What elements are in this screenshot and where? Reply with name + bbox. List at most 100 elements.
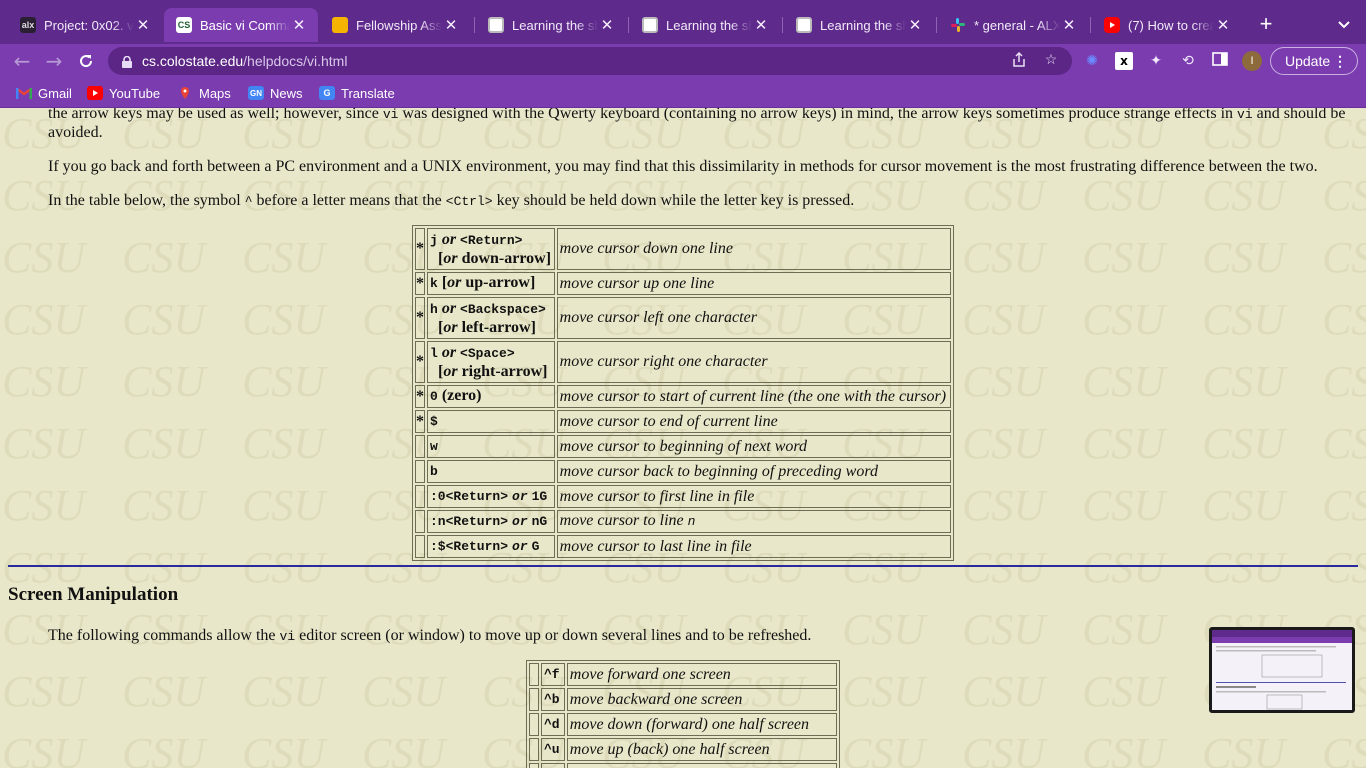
tab-title: (7) How to creat bbox=[1128, 17, 1214, 33]
url-text[interactable]: cs.colostate.edu/helpdocs/vi.html bbox=[142, 53, 347, 69]
slack-icon bbox=[950, 17, 966, 33]
star-marker bbox=[415, 485, 425, 508]
tab-youtube-video[interactable]: (7) How to creat ✕ bbox=[1092, 8, 1242, 42]
close-icon[interactable]: ✕ bbox=[752, 16, 770, 34]
close-icon[interactable]: ✕ bbox=[906, 16, 924, 34]
star-marker bbox=[415, 460, 425, 483]
description-cell: move cursor down one line bbox=[556, 228, 951, 270]
star-marker: * bbox=[415, 341, 425, 383]
section-heading: Screen Manipulation bbox=[8, 584, 179, 605]
description-cell: move down (forward) one half screen bbox=[566, 713, 837, 736]
tab-learning-shell-2[interactable]: Learning the sh ✕ bbox=[630, 8, 780, 42]
intro-paragraph: the arrow keys may be used as well; howe… bbox=[48, 108, 1346, 141]
close-icon[interactable]: ✕ bbox=[1060, 16, 1078, 34]
extension-spark-icon[interactable]: ✺ bbox=[1083, 52, 1101, 70]
bookmark-star-icon[interactable]: ☆ bbox=[1042, 52, 1060, 70]
command-cell bbox=[541, 763, 565, 768]
youtube-icon bbox=[87, 86, 103, 100]
close-icon[interactable]: ✕ bbox=[290, 16, 308, 34]
tab-fellowship[interactable]: Fellowship Asse ✕ bbox=[320, 8, 470, 42]
tab-title: Learning the sh bbox=[666, 17, 752, 33]
address-bar[interactable]: cs.colostate.edu/helpdocs/vi.html ☆ bbox=[108, 47, 1072, 75]
description-cell: move cursor back to beginning of precedi… bbox=[556, 460, 951, 483]
tab-learning-shell-3[interactable]: Learning the sh ✕ bbox=[784, 8, 934, 42]
forward-button[interactable]: → bbox=[42, 49, 66, 73]
description-cell: move forward one screen bbox=[566, 663, 837, 686]
close-icon[interactable]: ✕ bbox=[134, 16, 152, 34]
table-row: ^f move forward one screen bbox=[529, 663, 837, 686]
update-button[interactable]: Update ⋮ bbox=[1270, 47, 1358, 75]
description-cell: move cursor right one character bbox=[556, 341, 951, 383]
star-marker bbox=[415, 435, 425, 458]
close-icon[interactable]: ✕ bbox=[442, 16, 460, 34]
command-cell: k [or up-arrow] bbox=[427, 272, 555, 295]
table-row: * j or <Return> [or down-arrow] move curs… bbox=[415, 228, 951, 270]
translate-icon: G bbox=[319, 86, 335, 100]
close-icon[interactable]: ✕ bbox=[598, 16, 616, 34]
command-cell: l or <Space> [or right-arrow] bbox=[427, 341, 555, 383]
star-marker bbox=[529, 738, 539, 761]
command-cell: h or <Backspace> [or left-arrow] bbox=[427, 297, 555, 339]
table-row bbox=[529, 763, 837, 768]
tab-separator bbox=[782, 17, 783, 33]
extensions-puzzle-icon[interactable]: ✦ bbox=[1147, 52, 1165, 70]
tab-title: * general - ALX bbox=[974, 17, 1060, 33]
bookmark-maps[interactable]: Maps bbox=[177, 85, 231, 101]
update-label: Update bbox=[1285, 53, 1331, 69]
side-panel-icon[interactable] bbox=[1211, 52, 1229, 70]
more-menu-icon[interactable]: ⋮ bbox=[1333, 48, 1347, 74]
reload-button[interactable] bbox=[74, 49, 98, 73]
tab-title: Project: 0x02. vi bbox=[44, 17, 134, 33]
share-icon[interactable] bbox=[1010, 51, 1028, 70]
command-cell: :$<Return> or G bbox=[427, 535, 555, 558]
table-row: ^b move backward one screen bbox=[529, 688, 837, 711]
tab-title: Basic vi Comma bbox=[200, 17, 290, 33]
description-cell: move backward one screen bbox=[566, 688, 837, 711]
command-cell: 0 (zero) bbox=[427, 385, 555, 408]
tab-title: Learning the sh bbox=[512, 17, 598, 33]
tab-separator bbox=[628, 17, 629, 33]
bookmark-news[interactable]: GN News bbox=[248, 85, 303, 101]
description-cell: move cursor up one line bbox=[556, 272, 951, 295]
bookmark-gmail[interactable]: Gmail bbox=[16, 85, 72, 101]
new-tab-button[interactable]: + bbox=[1254, 12, 1278, 36]
tab-title: Learning the sh bbox=[820, 17, 906, 33]
star-marker: * bbox=[415, 297, 425, 339]
table-row: * $ move cursor to end of current line bbox=[415, 410, 951, 433]
colostate-icon: CS bbox=[176, 17, 192, 33]
back-button[interactable]: ← bbox=[10, 49, 34, 73]
tab-learning-shell-1[interactable]: Learning the sh ✕ bbox=[476, 8, 626, 42]
lock-icon[interactable] bbox=[122, 55, 132, 68]
description-cell: move cursor to beginning of next word bbox=[556, 435, 951, 458]
description-cell: move cursor to start of current line (th… bbox=[556, 385, 951, 408]
screenshot-thumbnail-preview[interactable] bbox=[1209, 627, 1355, 713]
extension-sync-icon[interactable]: ⟲ bbox=[1179, 52, 1197, 70]
command-cell: :n<Return> or nG bbox=[427, 510, 555, 533]
tab-search-chevron-icon[interactable] bbox=[1334, 14, 1354, 34]
bookmark-translate[interactable]: G Translate bbox=[319, 85, 395, 101]
close-icon[interactable]: ✕ bbox=[1214, 16, 1232, 34]
profile-avatar[interactable]: I bbox=[1242, 51, 1262, 71]
extension-x-icon[interactable]: x bbox=[1115, 52, 1133, 70]
page-viewport[interactable]: CSU the arrow keys may be used as well; … bbox=[0, 108, 1366, 768]
tab-title: Fellowship Asse bbox=[356, 17, 442, 33]
star-marker: * bbox=[415, 385, 425, 408]
slides-icon bbox=[332, 17, 348, 33]
table-row: * 0 (zero) move cursor to start of curre… bbox=[415, 385, 951, 408]
description-cell: move cursor left one character bbox=[556, 297, 951, 339]
doc-page-icon bbox=[642, 17, 658, 33]
youtube-icon bbox=[1104, 17, 1120, 33]
command-cell: j or <Return> [or down-arrow] bbox=[427, 228, 555, 270]
alx-icon: alx bbox=[20, 17, 36, 33]
tab-slack-general[interactable]: * general - ALX ✕ bbox=[938, 8, 1088, 42]
tab-alx-project[interactable]: alx Project: 0x02. vi ✕ bbox=[8, 8, 162, 42]
table-row: w move cursor to beginning of next word bbox=[415, 435, 951, 458]
screen-manipulation-table: ^f move forward one screen ^b move backw… bbox=[526, 660, 840, 768]
command-cell: ^b bbox=[541, 688, 565, 711]
maps-icon bbox=[177, 86, 193, 100]
bookmark-youtube[interactable]: YouTube bbox=[87, 85, 160, 101]
description-cell bbox=[566, 763, 837, 768]
command-cell: ^d bbox=[541, 713, 565, 736]
table-row: :0<Return> or 1G move cursor to first li… bbox=[415, 485, 951, 508]
tab-basic-vi-commands[interactable]: CS Basic vi Comma ✕ bbox=[164, 8, 318, 42]
